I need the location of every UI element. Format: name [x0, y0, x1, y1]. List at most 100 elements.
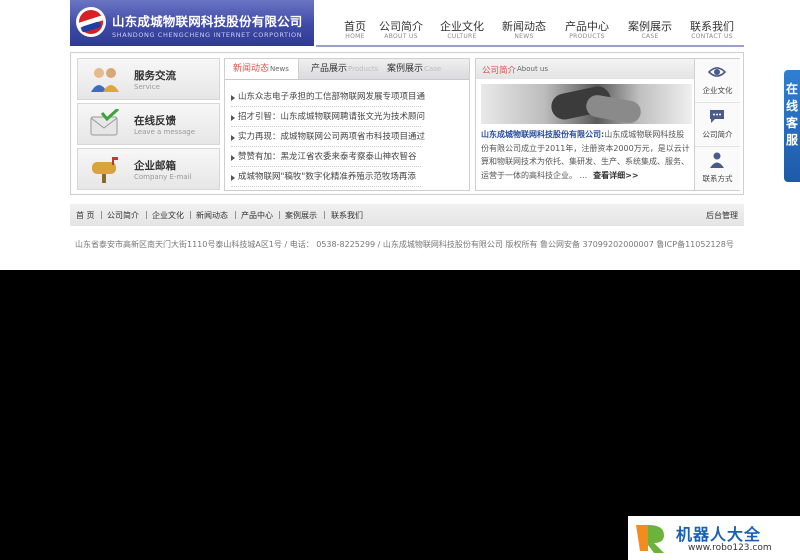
online-feedback-button[interactable]: 在线反馈 Leave a message — [77, 103, 220, 145]
nav-contact[interactable]: 联系我们 CONTACT US — [681, 0, 743, 46]
service-label: 在线反馈 — [134, 115, 176, 127]
footer-nav: 首 页 | 公司简介 | 企业文化 | 新闻动态 | 产品中心 | 案例展示 |… — [70, 204, 744, 226]
footer-separator: | — [323, 210, 326, 219]
person-icon — [710, 152, 724, 168]
footer-separator: | — [234, 210, 237, 219]
service-sublabel: Leave a message — [134, 128, 196, 136]
watermark-url: www.robo123.com — [688, 543, 772, 553]
news-title: 山东众志电子承担的工信部物联网发展专项项目通 — [238, 92, 426, 102]
footer-link-contact[interactable]: 联系我们 — [331, 210, 363, 221]
tab-case[interactable]: 案例展示Case — [387, 59, 441, 79]
news-item[interactable]: 山东众志电子承担的工信部物联网发展专项项目通 — [225, 87, 469, 107]
company-email-button[interactable]: 企业邮箱 Company E-mail — [77, 148, 220, 190]
side-item-label: 企业文化 — [702, 86, 733, 95]
tab-label: 案例展示 — [387, 64, 424, 74]
nav-label: 企业文化 — [440, 20, 484, 33]
tab-sublabel: Products — [348, 65, 379, 73]
side-item-about[interactable]: 公司简介 — [695, 103, 740, 147]
nav-sublabel: ABOUT US — [384, 33, 418, 40]
news-title: 成城物联网"稿牧"数字化精准养殖示范牧场再添 — [238, 172, 416, 182]
nav-sublabel: CONTACT US — [691, 33, 733, 40]
footer-separator: | — [145, 210, 148, 219]
about-lead: 山东成城物联网科技股份有限公司: — [481, 130, 605, 139]
service-sublabel: Company E-mail — [134, 173, 192, 181]
footer-link-about[interactable]: 公司简介 — [107, 210, 139, 221]
logo-emblem-icon — [76, 7, 106, 37]
about-title: 公司简介 — [482, 66, 517, 76]
side-item-label: 联系方式 — [702, 174, 733, 183]
nav-label: 产品中心 — [565, 20, 609, 33]
nav-divider — [316, 45, 744, 47]
main-nav: 首页 HOME 公司简介 ABOUT US 企业文化 CULTURE 新闻动态 … — [324, 0, 744, 46]
tab-news[interactable]: 新闻动态News — [225, 59, 299, 79]
bullet-icon — [231, 135, 235, 141]
tab-sublabel: Case — [424, 65, 442, 73]
footer-link-products[interactable]: 产品中心 — [241, 210, 273, 221]
nav-culture[interactable]: 企业文化 CULTURE — [431, 0, 493, 46]
news-list: 山东众志电子承担的工信部物联网发展专项项目通 招才引智：山东成城物联网聘请张文光… — [225, 87, 469, 187]
nav-sublabel: CASE — [641, 33, 659, 40]
tab-products[interactable]: 产品展示Products — [311, 59, 378, 79]
nav-case[interactable]: 案例展示 CASE — [619, 0, 681, 46]
bullet-icon — [231, 175, 235, 181]
news-item[interactable]: 实力再现：成城物联网公司两项省市科技项目通过 — [225, 127, 469, 147]
service-exchange-button[interactable]: 服务交流 Service — [77, 58, 220, 100]
nav-label: 案例展示 — [628, 20, 672, 33]
about-header: 公司简介 About us — [476, 59, 694, 79]
about-title-en: About us — [517, 65, 549, 73]
floating-tab-label: 在线客服 — [785, 82, 798, 147]
logo-company-name-en: SHANDONG CHENGCHENG INTERNET CORPORTION — [112, 31, 303, 39]
mailbox-icon — [92, 157, 118, 183]
nav-news[interactable]: 新闻动态 NEWS — [493, 0, 555, 46]
service-sublabel: Service — [134, 83, 160, 91]
nav-sublabel: PRODUCTS — [569, 33, 605, 40]
service-label: 服务交流 — [134, 70, 176, 82]
bullet-icon — [231, 95, 235, 101]
copyright-text: 山东省泰安市高新区南天门大街1110号泰山科技城A区1号 / 电话： 0538-… — [75, 240, 734, 249]
nav-label: 新闻动态 — [502, 20, 546, 33]
watermark-title: 机器人大全 — [676, 525, 762, 544]
handshake-image — [481, 84, 692, 124]
message-check-icon — [90, 109, 120, 136]
side-item-contact[interactable]: 联系方式 — [695, 147, 740, 190]
eye-icon — [708, 67, 726, 77]
view-details-link[interactable]: 查看详细>> — [593, 171, 638, 180]
nav-label: 联系我们 — [690, 20, 734, 33]
footer-separator: | — [100, 210, 103, 219]
people-icon — [91, 68, 119, 92]
nav-products[interactable]: 产品中心 PRODUCTS — [556, 0, 618, 46]
robot-logo-icon — [636, 525, 664, 553]
side-item-culture[interactable]: 企业文化 — [695, 59, 740, 103]
nav-about[interactable]: 公司简介 ABOUT US — [370, 0, 432, 46]
admin-link[interactable]: 后台管理 — [706, 210, 738, 221]
nav-label: 公司简介 — [379, 20, 423, 33]
bullet-icon — [231, 155, 235, 161]
website-page: 山东成城物联网科技股份有限公司 SHANDONG CHENGCHENG INTE… — [0, 0, 800, 270]
news-title: 赞赞有加：黑龙江省农委来泰考察泰山神农智谷 — [238, 152, 417, 162]
logo-company-name: 山东成城物联网科技股份有限公司 — [112, 14, 303, 29]
news-item[interactable]: 成城物联网"稿牧"数字化精准养殖示范牧场再添 — [225, 167, 469, 187]
news-item[interactable]: 赞赞有加：黑龙江省农委来泰考察泰山神农智谷 — [225, 147, 469, 167]
tab-label: 产品展示 — [311, 64, 348, 74]
news-title: 招才引智：山东成城物联网聘请张文光为技术顾问 — [238, 112, 426, 122]
bullet-icon — [231, 115, 235, 121]
news-title: 实力再现：成城物联网公司两项省市科技项目通过 — [238, 132, 426, 142]
side-item-label: 公司简介 — [702, 130, 733, 139]
news-panel: 新闻动态News 产品展示Products 案例展示Case 山东众志电子承担的… — [224, 58, 470, 191]
footer-link-news[interactable]: 新闻动态 — [196, 210, 228, 221]
about-text: 山东成城物联网科技股份有限公司:山东成城物联网科技股份有限公司成立于2011年，… — [481, 128, 692, 182]
chat-bubble-icon — [710, 110, 724, 123]
news-item[interactable]: 招才引智：山东成城物联网聘请张文光为技术顾问 — [225, 107, 469, 127]
footer-link-home[interactable]: 首 页 — [76, 210, 95, 221]
footer-separator: | — [189, 210, 192, 219]
about-panel: 公司简介 About us 山东成城物联网科技股份有限公司:山东成城物联网科技股… — [475, 58, 740, 191]
site-logo[interactable]: 山东成城物联网科技股份有限公司 SHANDONG CHENGCHENG INTE… — [70, 0, 314, 46]
footer-link-case[interactable]: 案例展示 — [285, 210, 317, 221]
nav-sublabel: CULTURE — [447, 33, 477, 40]
service-label: 企业邮箱 — [134, 160, 176, 172]
nav-sublabel: NEWS — [514, 33, 534, 40]
watermark: 机器人大全 www.robo123.com — [628, 516, 800, 560]
floating-service-tab[interactable]: 在线客服 — [784, 70, 800, 182]
tab-label: 新闻动态 — [233, 64, 270, 74]
footer-link-culture[interactable]: 企业文化 — [152, 210, 184, 221]
